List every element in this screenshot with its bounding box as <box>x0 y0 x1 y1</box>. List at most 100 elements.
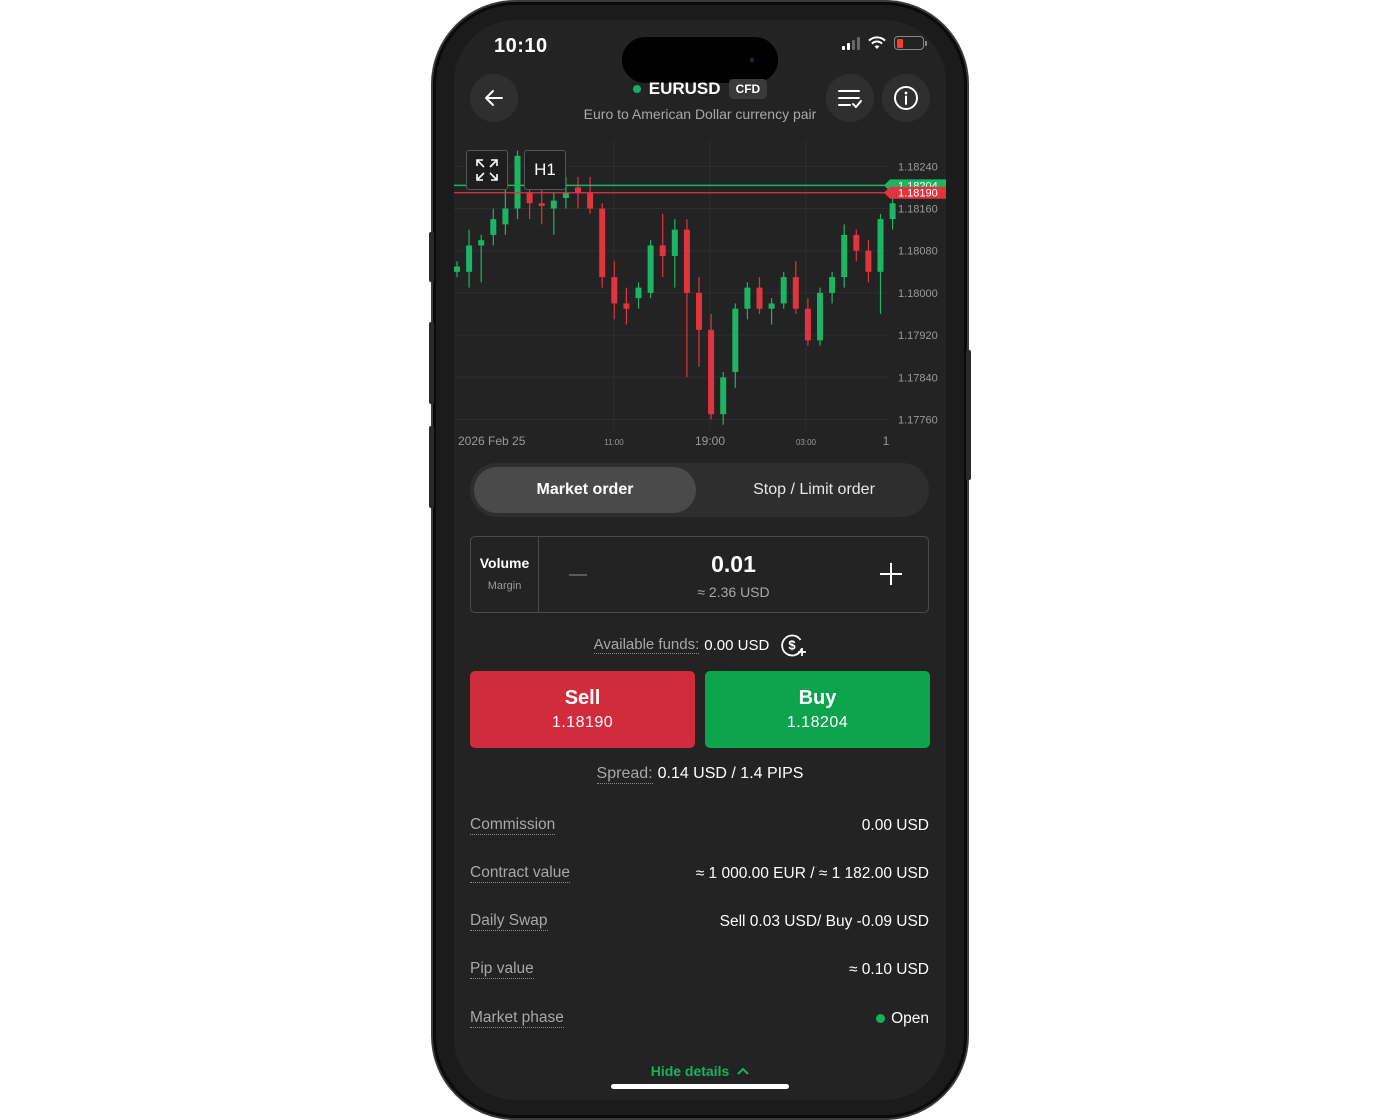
sell-price-label: 1.18190 <box>898 188 938 200</box>
detail-key[interactable]: Daily Swap <box>470 912 548 931</box>
candle-body <box>454 266 460 272</box>
svg-text:$: $ <box>789 638 797 653</box>
detail-value: ≈ 1 000.00 EUR / ≈ 1 182.00 USD <box>695 864 929 882</box>
y-tick-label: 1.17760 <box>898 414 938 426</box>
candle-body <box>756 287 763 309</box>
price-chart[interactable]: 1.18240 1.18160 1.18080 1.18000 1.17920 1.178… <box>454 140 946 450</box>
wifi-icon <box>868 36 886 49</box>
detail-key[interactable]: Pip value <box>470 960 534 979</box>
candle-body <box>817 292 823 341</box>
list-check-icon <box>838 90 862 108</box>
home-indicator <box>611 1084 789 1089</box>
detail-key[interactable]: Market phase <box>470 1009 564 1028</box>
battery-icon <box>894 36 927 50</box>
candle-body <box>671 229 678 256</box>
x-tick-label: 11:00 <box>604 438 624 447</box>
status-icons <box>842 36 927 50</box>
candle-body <box>877 219 884 272</box>
tab-stop-limit-order[interactable]: Stop / Limit order <box>703 467 925 513</box>
margin-label: Margin <box>487 580 522 592</box>
candle-body <box>514 155 521 209</box>
dollar-plus-icon[interactable]: $ <box>780 632 807 658</box>
available-funds-label[interactable]: Available funds: <box>593 636 700 654</box>
volume-label: Volume <box>479 555 530 571</box>
y-tick-label: 1.18000 <box>898 288 938 300</box>
candle-body <box>829 277 836 293</box>
live-status-dot <box>632 85 641 93</box>
increase-volume-button[interactable] <box>880 563 902 585</box>
volume-value[interactable]: 0.01 <box>539 551 928 578</box>
sell-button[interactable]: Sell 1.18190 <box>470 671 695 748</box>
x-tick-label: 2026 Feb 25 <box>458 434 526 448</box>
volume-down-button <box>429 426 434 508</box>
candle-body <box>562 192 569 198</box>
status-time: 10:10 <box>494 35 548 57</box>
buy-button[interactable]: Buy 1.18204 <box>705 671 930 748</box>
detail-value: 0.00 USD <box>861 816 929 834</box>
market-open-dot <box>876 1014 886 1023</box>
sell-label: Sell <box>564 687 601 709</box>
sell-price: 1.18190 <box>551 714 614 731</box>
candle-body <box>466 245 473 272</box>
timeframe-button[interactable]: H1 <box>524 150 566 190</box>
available-funds-value: 0.00 USD <box>704 636 770 654</box>
margin-value: ≈ 2.36 USD <box>697 584 770 600</box>
cfd-badge: CFD <box>728 79 768 99</box>
candle-body <box>708 329 715 415</box>
candle-body <box>490 219 497 235</box>
candle-body <box>587 192 594 209</box>
spread-info: Spread: 0.14 USD / 1.4 PIPS <box>454 765 946 784</box>
detail-key[interactable]: Contract value <box>470 864 570 883</box>
candle-body <box>696 292 702 330</box>
candle-body <box>611 277 618 304</box>
available-funds: Available funds: 0.00 USD $ <box>454 632 946 658</box>
candle-body <box>502 208 509 225</box>
candle-body <box>732 308 739 372</box>
detail-value: Open <box>891 1009 929 1027</box>
info-button[interactable] <box>882 74 930 122</box>
app-screen: 10:10 EURUSD CFD Euro to American Dollar… <box>454 20 946 1100</box>
detail-value: ≈ 0.10 USD <box>848 960 929 978</box>
fullscreen-button[interactable] <box>466 150 508 190</box>
candle-body <box>865 250 872 272</box>
y-tick-label: 1.17840 <box>898 372 938 384</box>
volume-label-box[interactable]: Volume Margin <box>471 537 539 612</box>
detail-row-daily-swap: Daily Swap Sell 0.03 USD/ Buy -0.09 USD <box>470 912 929 931</box>
candle-body <box>550 200 557 209</box>
hide-details-button[interactable]: Hide details <box>454 1063 946 1079</box>
tab-market-order[interactable]: Market order <box>474 467 696 513</box>
spread-label[interactable]: Spread: <box>596 765 653 784</box>
cellular-signal-icon <box>842 36 860 50</box>
detail-row-market-phase: Market phase Open <box>470 1009 929 1028</box>
volume-stepper: Volume Margin 0.01 ≈ 2.36 USD <box>470 536 929 613</box>
candle-body <box>478 240 485 246</box>
detail-key[interactable]: Commission <box>470 816 556 835</box>
x-tick-label: 03:00 <box>796 438 817 447</box>
candle-body <box>792 277 799 309</box>
action-button <box>429 232 434 282</box>
buy-label: Buy <box>798 687 837 709</box>
orders-list-button[interactable] <box>826 74 874 122</box>
y-tick-label: 1.18160 <box>898 204 938 216</box>
x-tick-label: 19:00 <box>695 434 725 448</box>
candle-body <box>889 203 896 220</box>
candle-body <box>744 287 751 309</box>
candle-body <box>538 203 545 206</box>
candle-body <box>768 303 775 309</box>
candle-body <box>804 308 811 341</box>
candle-body <box>720 377 727 415</box>
candle-body <box>526 192 533 204</box>
dynamic-island <box>622 37 778 83</box>
candle-body <box>780 277 787 304</box>
market-phase-value: Open <box>876 1010 929 1028</box>
candle-body <box>599 208 606 278</box>
y-tick-label: 1.18080 <box>898 246 938 258</box>
candle-body <box>683 229 690 293</box>
chevron-up-icon <box>737 1067 750 1075</box>
volume-up-button <box>429 322 434 404</box>
info-circle-icon <box>894 86 918 110</box>
y-tick-label: 1.18240 <box>898 161 938 173</box>
y-tick-label: 1.17920 <box>898 330 938 342</box>
instrument-description: Euro to American Dollar currency pair <box>583 106 817 122</box>
order-type-tabs: Market order Stop / Limit order <box>470 463 929 517</box>
